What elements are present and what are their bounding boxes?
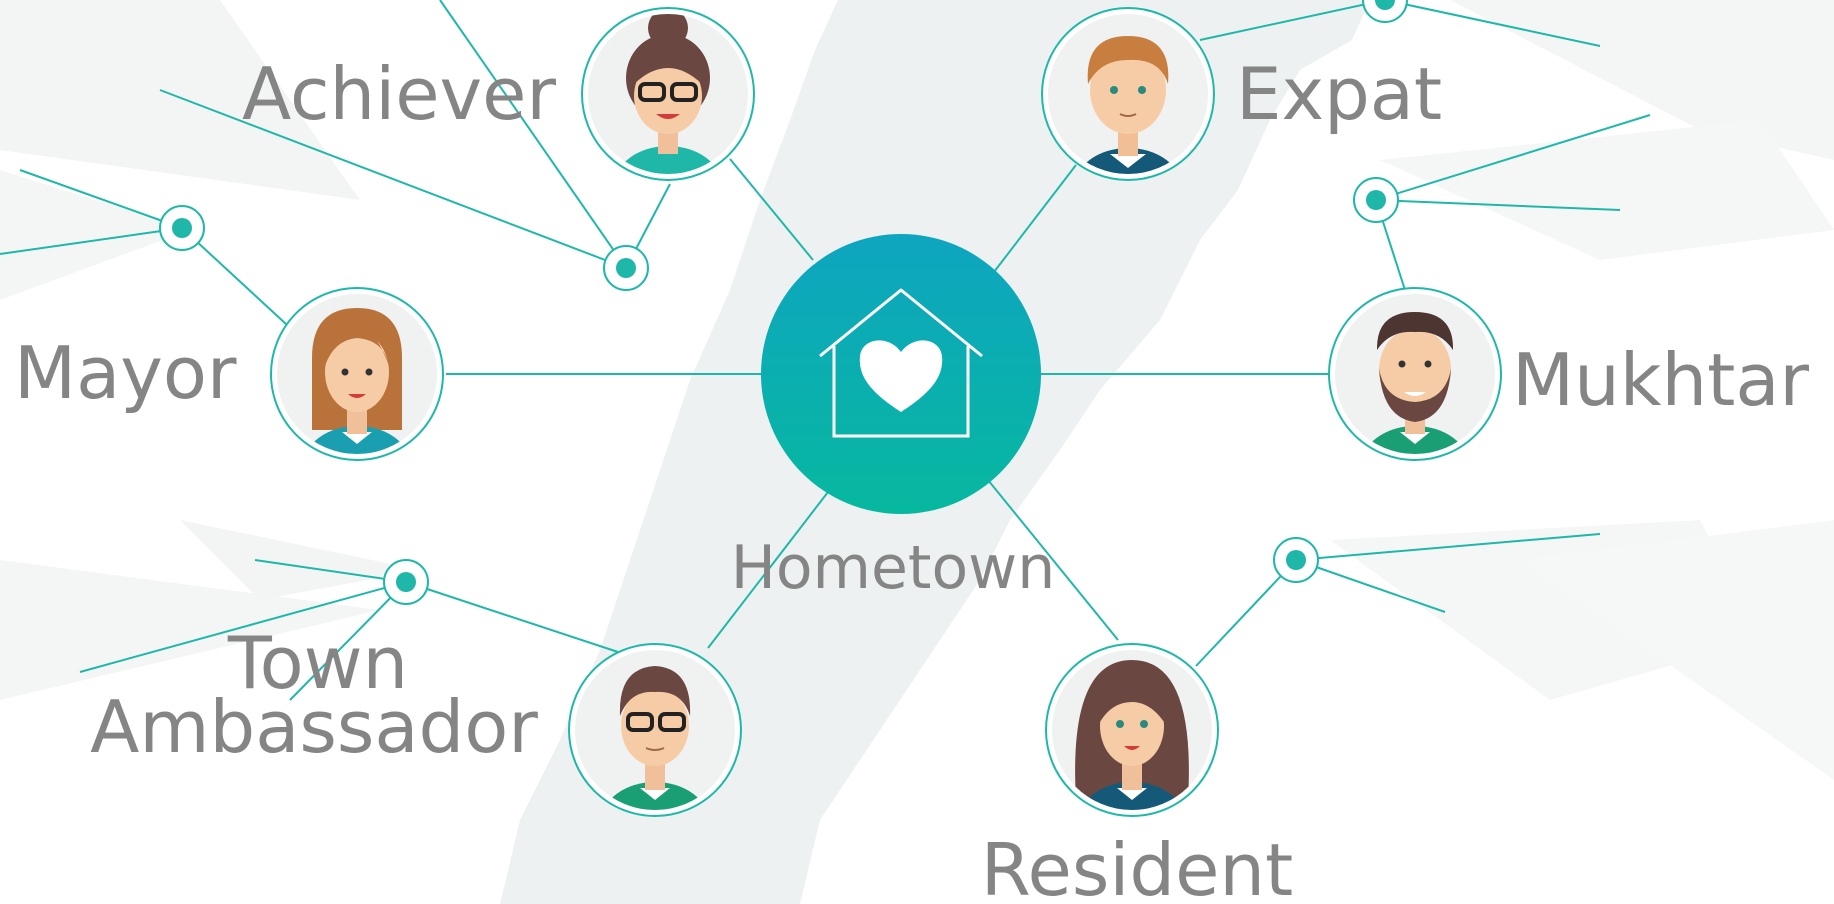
satellite-node	[1353, 177, 1399, 223]
hub-label: Hometown	[731, 533, 1056, 603]
role-label-resident: Resident	[981, 828, 1293, 904]
hub-node	[761, 234, 1041, 514]
satellite-node	[603, 245, 649, 291]
satellite-node	[1273, 537, 1319, 583]
role-label-ambassador: Ambassador	[90, 685, 538, 769]
role-label-mayor: Mayor	[14, 331, 237, 415]
avatar-mukhtar	[1328, 287, 1502, 461]
avatar-mayor	[270, 287, 444, 461]
role-label-expat: Expat	[1236, 52, 1442, 136]
role-label-mukhtar: Mukhtar	[1512, 338, 1809, 422]
satellite-node	[159, 205, 205, 251]
role-label-achiever: Achiever	[242, 52, 556, 136]
role-network-diagram: Hometown Achiever Expat Mayor Mukhtar To…	[0, 0, 1834, 904]
avatar-achiever	[581, 7, 755, 181]
satellite-node	[383, 559, 429, 605]
satellite-node	[1362, 0, 1408, 23]
